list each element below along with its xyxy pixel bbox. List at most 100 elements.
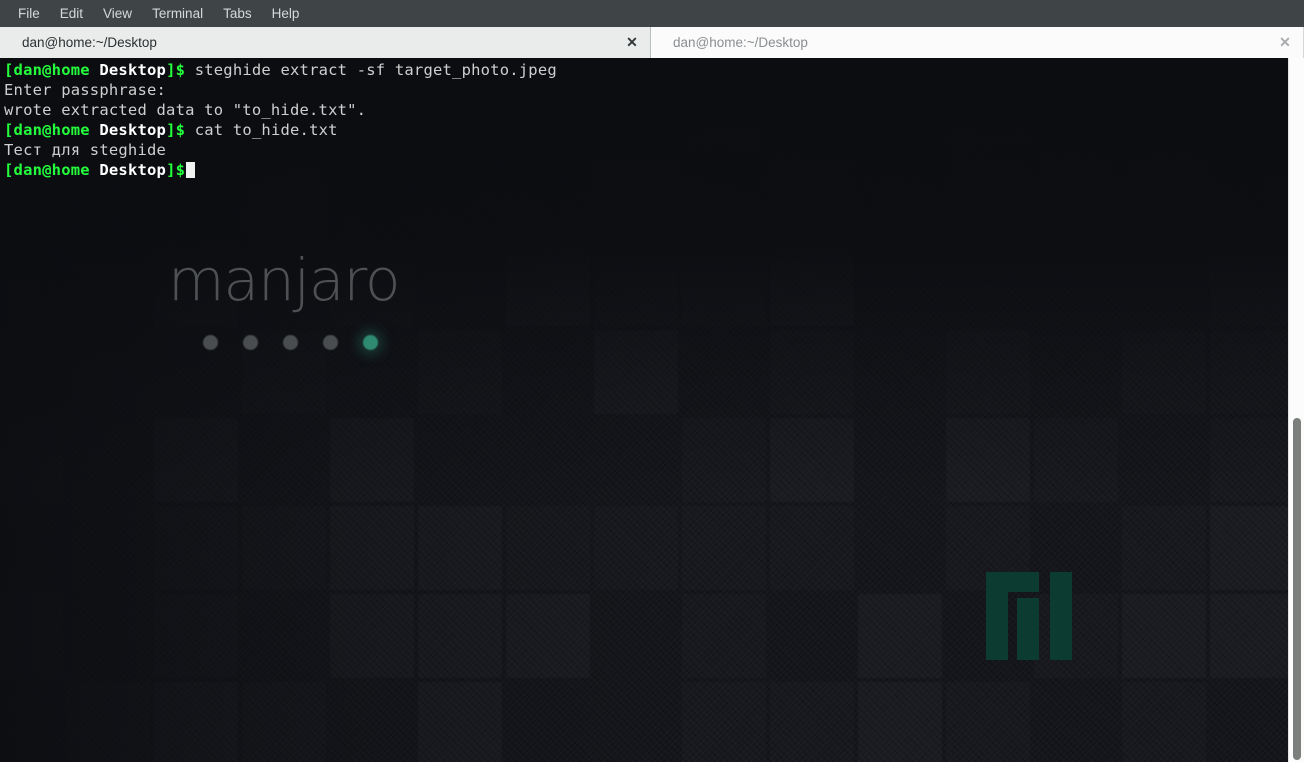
wallpaper-tile (1210, 506, 1288, 590)
manjaro-dot-1 (203, 335, 218, 350)
wallpaper-tile (242, 506, 326, 590)
wallpaper-tile (1210, 66, 1288, 150)
wallpaper-tile (418, 506, 502, 590)
wallpaper-tile (1122, 594, 1206, 678)
terminal-window: File Edit View Terminal Tabs Help dan@ho… (0, 0, 1304, 762)
wallpaper-tile (594, 330, 678, 414)
wallpaper-tile (946, 682, 1030, 762)
wallpaper-tile (770, 330, 854, 414)
manjaro-dots (203, 335, 378, 350)
wallpaper-tile (946, 66, 1030, 150)
manjaro-logo-bar-middle (1017, 598, 1039, 660)
manjaro-dot-4 (323, 335, 338, 350)
wallpaper-tile (594, 154, 678, 238)
wallpaper-tile (682, 594, 766, 678)
wallpaper-tile (946, 154, 1030, 238)
wallpaper-tile (1034, 154, 1118, 238)
wallpaper-tile (770, 506, 854, 590)
scrollbar-thumb[interactable] (1293, 418, 1301, 760)
manjaro-logo-bar-right (1050, 572, 1072, 660)
wallpaper-tile (682, 682, 766, 762)
wallpaper-tile (506, 506, 590, 590)
wallpaper-tile (770, 682, 854, 762)
tab-0-label: dan@home:~/Desktop (22, 35, 157, 50)
wallpaper-tile (330, 418, 414, 502)
tab-0[interactable]: dan@home:~/Desktop ✕ (0, 27, 651, 58)
wallpaper-tile (1122, 682, 1206, 762)
menu-edit[interactable]: Edit (50, 0, 93, 27)
menu-terminal[interactable]: Terminal (142, 0, 213, 27)
terminal-output-text: Enter passphrase: (4, 81, 167, 99)
wallpaper-tile (594, 242, 678, 326)
terminal-line: Тест для steghide (4, 140, 557, 160)
prompt-cwd: Desktop (99, 121, 167, 139)
wallpaper-tile (154, 506, 238, 590)
wallpaper-tile (1122, 506, 1206, 590)
terminal-canvas[interactable]: manjaro [dan@home Desktop]$ steghide ext… (0, 58, 1288, 762)
prompt-sigil: ]$ (166, 121, 186, 139)
menu-view[interactable]: View (93, 0, 142, 27)
wallpaper-tile (154, 594, 238, 678)
prompt-sigil: ]$ (166, 161, 186, 179)
terminal-command: steghide extract -sf target_photo.jpeg (185, 61, 557, 79)
prompt-user-host: [dan@home (4, 121, 90, 139)
wallpaper-tile (682, 506, 766, 590)
wallpaper-tile (682, 418, 766, 502)
wallpaper-tile (1210, 330, 1288, 414)
wallpaper-tile (770, 154, 854, 238)
wallpaper-tile (770, 418, 854, 502)
menu-help[interactable]: Help (262, 0, 310, 27)
manjaro-wordmark: manjaro (168, 246, 401, 314)
wallpaper-tile (858, 66, 942, 150)
wallpaper-tile (418, 330, 502, 414)
prompt-user-host: [dan@home (4, 161, 90, 179)
prompt-cwd: Desktop (99, 61, 167, 79)
menu-tabs[interactable]: Tabs (213, 0, 262, 27)
wallpaper-tile (154, 682, 238, 762)
terminal-line: wrote extracted data to "to_hide.txt". (4, 100, 557, 120)
terminal-output-text: Тест для steghide (4, 141, 167, 159)
tab-0-close-icon[interactable]: ✕ (624, 34, 640, 51)
tab-1-close-icon[interactable]: ✕ (1277, 34, 1293, 51)
terminal-line: Enter passphrase: (4, 80, 557, 100)
wallpaper-tile (682, 66, 766, 150)
wallpaper-tile (66, 682, 150, 762)
wallpaper-tile (154, 418, 238, 502)
wallpaper-tile (946, 330, 1030, 414)
menu-file[interactable]: File (8, 0, 50, 27)
terminal-line: [dan@home Desktop]$ (4, 160, 557, 180)
terminal-output-text: wrote extracted data to "to_hide.txt". (4, 101, 367, 119)
wallpaper-tile (1034, 418, 1118, 502)
wallpaper-tile (330, 594, 414, 678)
wallpaper-tile (506, 594, 590, 678)
wallpaper-tile (946, 418, 1030, 502)
manjaro-logo (986, 572, 1072, 660)
prompt-cwd: Desktop (99, 161, 167, 179)
wallpaper-tile (330, 506, 414, 590)
wallpaper-tile (682, 242, 766, 326)
wallpaper-tile (242, 682, 326, 762)
wallpaper-tile (1210, 242, 1288, 326)
tab-1[interactable]: dan@home:~/Desktop ✕ (651, 27, 1304, 58)
terminal-line: [dan@home Desktop]$ cat to_hide.txt (4, 120, 557, 140)
tab-bar: dan@home:~/Desktop ✕ dan@home:~/Desktop … (0, 27, 1304, 58)
terminal-command: cat to_hide.txt (185, 121, 338, 139)
wallpaper-tile (594, 506, 678, 590)
manjaro-dot-2 (243, 335, 258, 350)
wallpaper-tile (858, 594, 942, 678)
wallpaper-tile (1122, 330, 1206, 414)
wallpaper-tile (1210, 594, 1288, 678)
vertical-scrollbar[interactable] (1288, 58, 1304, 762)
prompt-user-host: [dan@home (4, 61, 90, 79)
terminal-output[interactable]: [dan@home Desktop]$ steghide extract -sf… (0, 58, 557, 180)
terminal-cursor (186, 162, 196, 178)
wallpaper-tile (418, 594, 502, 678)
wallpaper-tile (506, 242, 590, 326)
wallpaper-tile (1122, 154, 1206, 238)
terminal-line: [dan@home Desktop]$ steghide extract -sf… (4, 60, 557, 80)
wallpaper-tile (858, 682, 942, 762)
manjaro-dot-5-accent (363, 335, 378, 350)
